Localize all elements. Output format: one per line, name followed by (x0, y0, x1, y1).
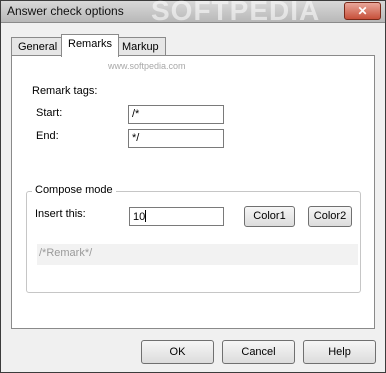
tab-remarks-label: Remarks (68, 38, 113, 50)
ok-label: OK (169, 346, 186, 358)
help-button[interactable]: Help (303, 340, 376, 364)
color1-label: Color1 (253, 210, 286, 222)
remarks-panel: www.softpedia.com Remark tags: Start: /*… (11, 55, 375, 329)
remark-preview: /*Remark*/ (37, 244, 358, 265)
start-tag-input[interactable]: /* (128, 105, 224, 124)
window-title: Answer check options (7, 4, 124, 18)
start-label: Start: (36, 107, 63, 119)
insert-this-value: 10 (133, 211, 146, 223)
tab-general-label: General (18, 41, 58, 53)
color2-label: Color2 (313, 210, 347, 222)
remark-preview-text: /*Remark*/ (39, 247, 93, 259)
end-tag-value: */ (132, 132, 140, 144)
end-label: End: (36, 130, 59, 142)
remark-tags-label: Remark tags: (32, 85, 98, 97)
compose-mode-legend: Compose mode (32, 184, 116, 196)
color1-button[interactable]: Color1 (244, 206, 295, 227)
tab-markup[interactable]: Markup (115, 37, 166, 56)
softpedia-watermark: SOFTPEDIA (151, 0, 321, 26)
help-label: Help (328, 346, 351, 358)
insert-this-label: Insert this: (35, 208, 86, 220)
cancel-button[interactable]: Cancel (222, 340, 295, 364)
title-bar[interactable]: Answer check options SOFTPEDIA ✕ (1, 0, 385, 26)
tab-markup-label: Markup (122, 41, 159, 53)
cancel-label: Cancel (241, 346, 276, 358)
color2-button[interactable]: Color2 (308, 206, 352, 227)
close-icon: ✕ (357, 4, 368, 18)
tab-general[interactable]: General (11, 37, 65, 56)
text-caret (145, 210, 147, 222)
insert-this-input[interactable]: 10 (129, 207, 224, 226)
start-tag-value: /* (132, 108, 140, 120)
close-button[interactable]: ✕ (344, 2, 381, 20)
dialog-window: Answer check options SOFTPEDIA ✕ General… (0, 0, 386, 373)
tab-remarks[interactable]: Remarks (61, 34, 120, 57)
end-tag-input[interactable]: */ (128, 129, 224, 148)
compose-mode-group: Compose mode Insert this: 10 Color1 Colo… (26, 184, 361, 293)
ok-button[interactable]: OK (141, 340, 214, 364)
softpedia-url-watermark: www.softpedia.com (108, 61, 186, 71)
